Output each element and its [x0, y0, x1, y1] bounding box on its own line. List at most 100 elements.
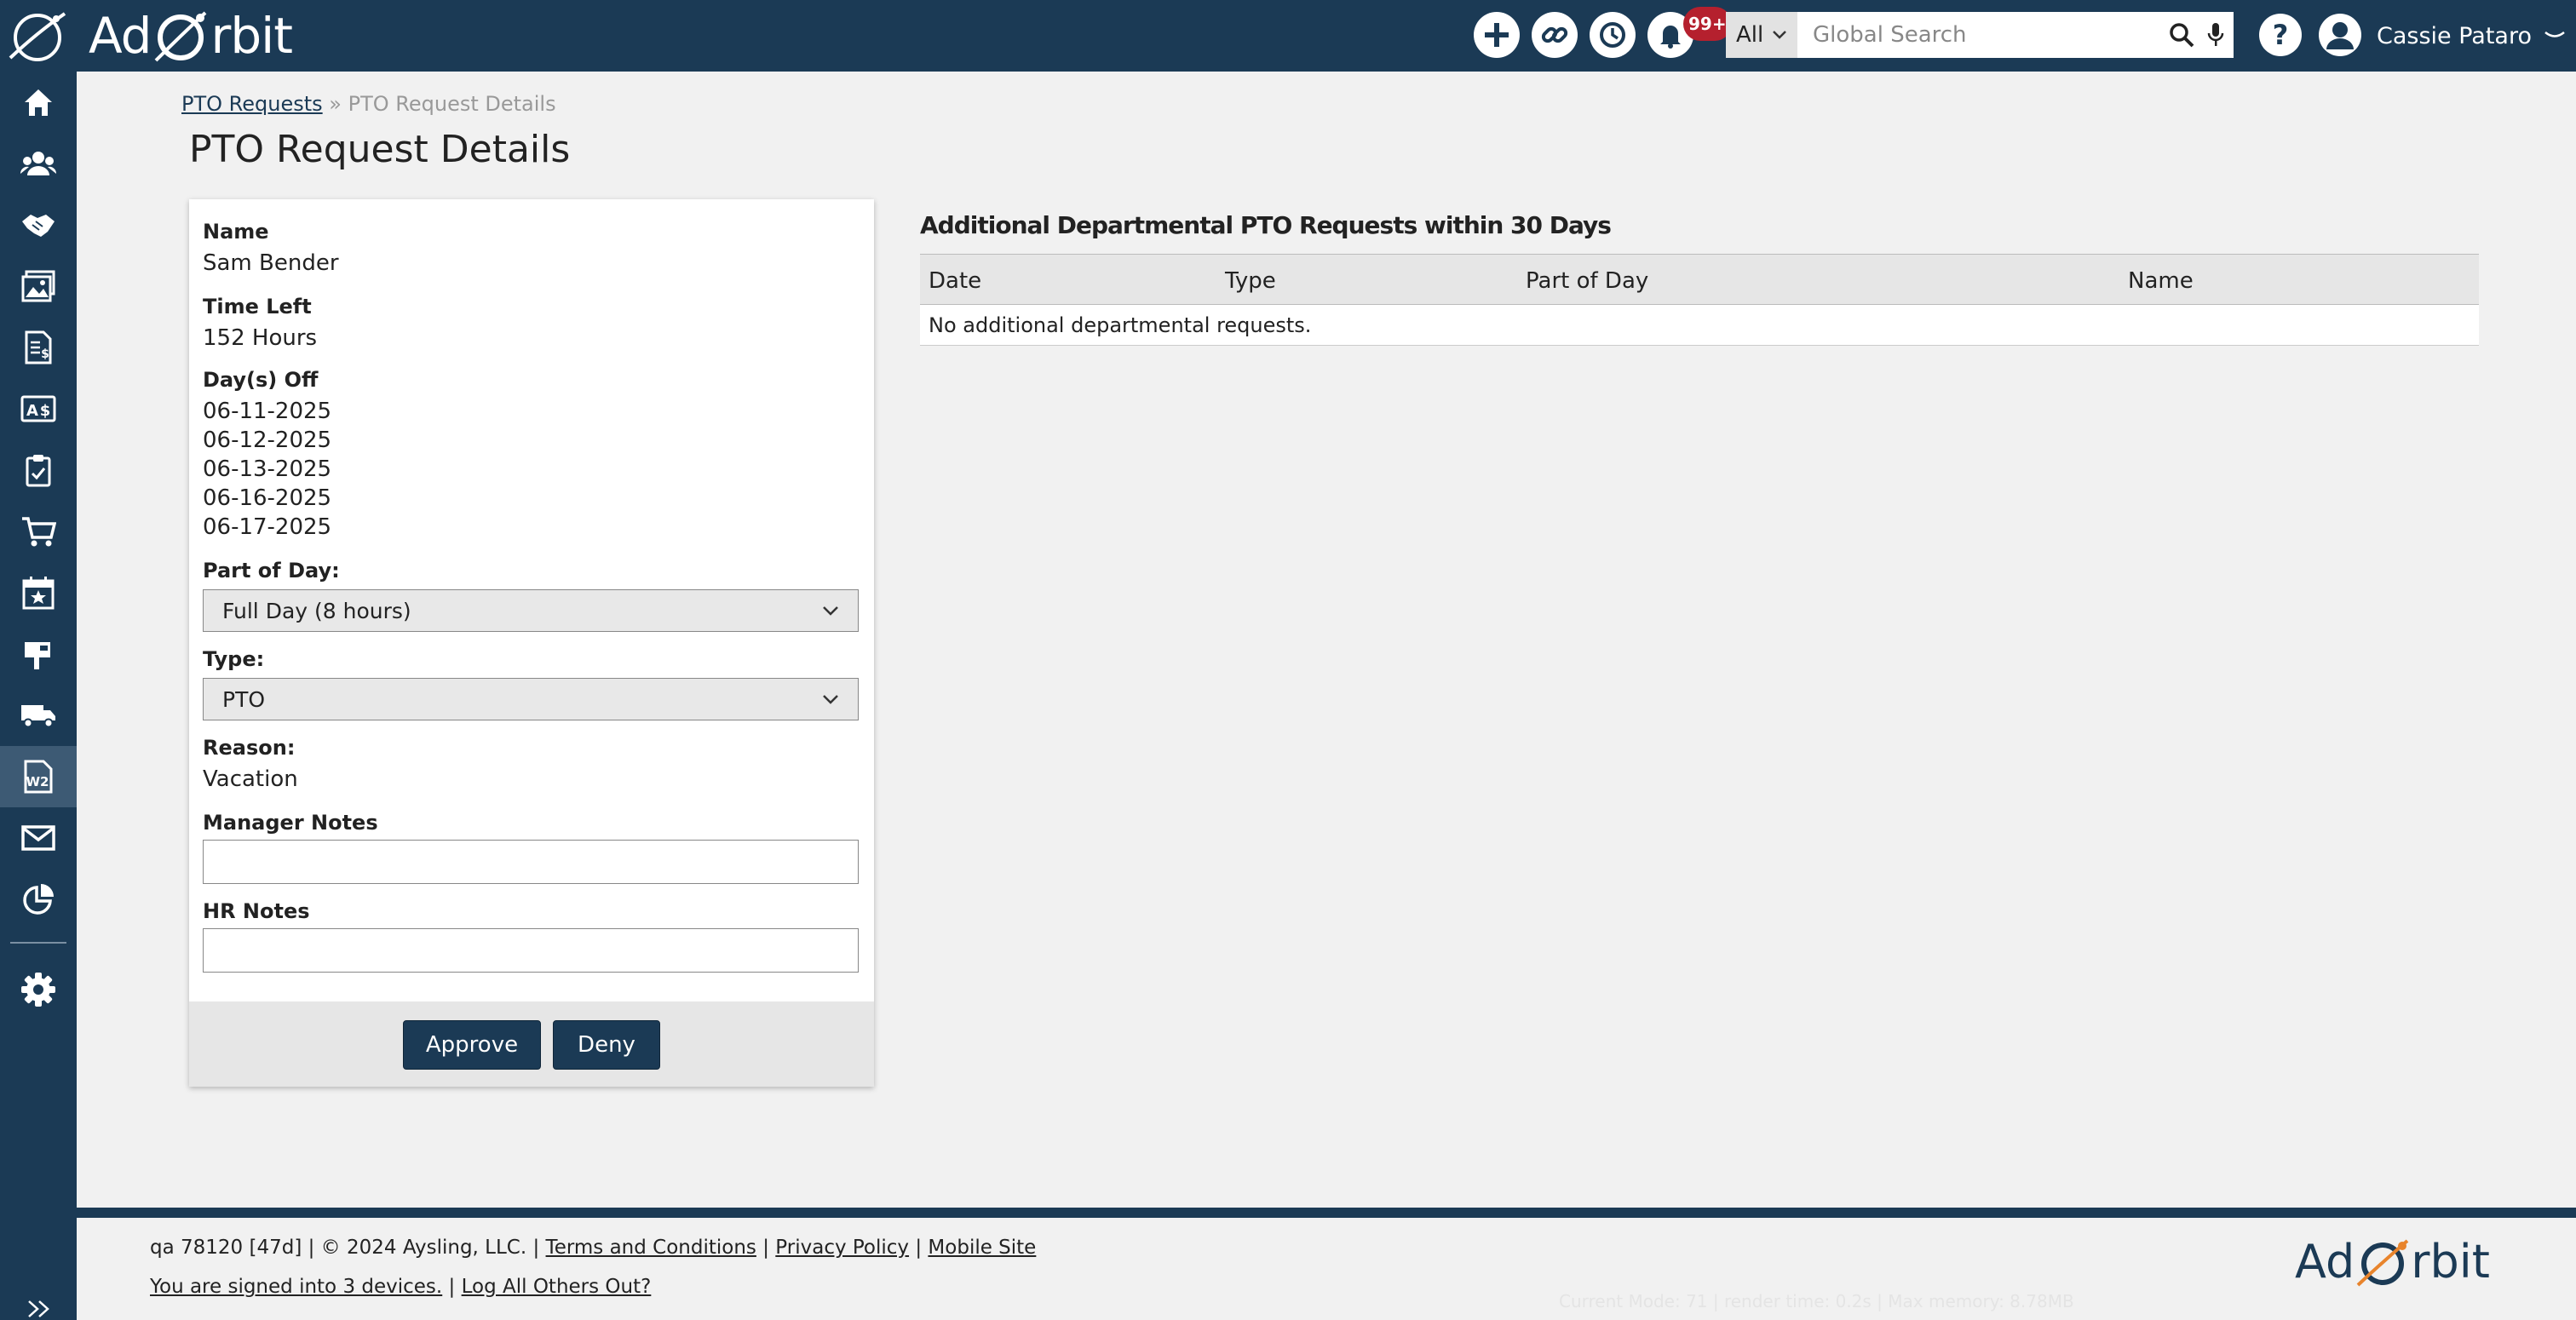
departmental-requests-title: Additional Departmental PTO Requests wit…	[920, 211, 1612, 239]
name-value: Sam Bender	[203, 250, 339, 276]
top-bar: Ad rbit 99+ All ? Cassie Pa	[0, 0, 2576, 72]
table-row: No additional departmental requests.	[920, 305, 2479, 346]
footer-separator: |	[915, 1237, 923, 1259]
deny-button[interactable]: Deny	[553, 1020, 660, 1070]
notification-badge[interactable]: 99+	[1683, 7, 1732, 41]
part-of-day-select[interactable]: Full Day (8 hours)	[203, 589, 859, 632]
column-header-name[interactable]: Name	[2128, 268, 2194, 294]
breadcrumb: PTO Requests » PTO Request Details	[181, 92, 556, 116]
calendar-star-icon	[22, 577, 55, 610]
plus-icon[interactable]	[1474, 12, 1520, 58]
app-logo[interactable]: Ad rbit	[89, 2, 293, 70]
avatar-icon[interactable]	[2317, 12, 2363, 58]
reason-value: Vacation	[203, 766, 298, 792]
truck-icon	[21, 705, 55, 728]
sidebar-item-reports[interactable]	[0, 869, 77, 930]
orbit-logo-icon[interactable]	[5, 7, 70, 65]
money-icon: A $	[20, 395, 56, 422]
user-menu[interactable]: Cassie Pataro	[2377, 17, 2566, 55]
day-off-item: 06-13-2025	[203, 456, 332, 482]
footer: qa 78120 [47d] | © 2024 Aysling, LLC. | …	[77, 1208, 2576, 1320]
sidebar-collapse-icon[interactable]	[26, 1298, 51, 1320]
sidebar-item-home[interactable]	[0, 72, 77, 133]
clipboard-icon	[26, 455, 51, 487]
sidebar-item-events[interactable]	[0, 562, 77, 623]
gear-icon	[21, 973, 55, 1007]
footer-logo-text-right: rbit	[2411, 1235, 2490, 1288]
empty-table-message: No additional departmental requests.	[929, 313, 1312, 337]
column-header-part-of-day[interactable]: Part of Day	[1526, 268, 1648, 294]
privacy-link[interactable]: Privacy Policy	[775, 1237, 909, 1259]
departmental-requests-table: Date Type Part of Day Name No additional…	[920, 254, 2479, 346]
table-header: Date Type Part of Day Name	[920, 254, 2479, 305]
cart-icon	[22, 517, 56, 547]
sidebar-item-messages[interactable]	[0, 807, 77, 869]
build-info: qa 78120 [47d] | © 2024 Aysling, LLC. |	[150, 1237, 540, 1259]
approve-button[interactable]: Approve	[403, 1020, 541, 1070]
mobile-site-link[interactable]: Mobile Site	[928, 1237, 1036, 1259]
w2-icon: W2	[24, 760, 53, 794]
svg-text:$: $	[41, 347, 49, 361]
hr-notes-input[interactable]	[203, 928, 859, 973]
global-search: All	[1726, 12, 2234, 58]
sidebar-item-finance[interactable]: A $	[0, 378, 77, 439]
help-icon[interactable]: ?	[2257, 12, 2303, 58]
part-of-day-label: Part of Day:	[203, 559, 340, 583]
days-off-label: Day(s) Off	[203, 368, 319, 392]
breadcrumb-separator: »	[329, 92, 342, 116]
sidebar-item-billing[interactable]: $	[0, 317, 77, 378]
log-out-others-link[interactable]: Log All Others Out?	[462, 1276, 652, 1298]
time-left-value: 152 Hours	[203, 325, 318, 351]
chart-icon	[23, 884, 54, 915]
user-name: Cassie Pataro	[2377, 22, 2532, 49]
column-header-date[interactable]: Date	[929, 268, 981, 294]
terms-link[interactable]: Terms and Conditions	[546, 1237, 756, 1259]
microphone-icon[interactable]	[2206, 22, 2225, 48]
reason-label: Reason:	[203, 736, 296, 760]
mailbox-icon	[25, 642, 50, 669]
footer-separator: |	[448, 1276, 456, 1298]
column-header-type[interactable]: Type	[1225, 268, 1276, 294]
handshake-icon	[22, 215, 55, 237]
search-scope-value: All	[1736, 22, 1764, 48]
chevron-down-icon	[1773, 31, 1786, 39]
svg-text:W2: W2	[26, 774, 49, 789]
svg-text:?: ?	[2273, 19, 2289, 51]
day-off-item: 06-17-2025	[203, 514, 332, 540]
sidebar-item-orders[interactable]	[0, 501, 77, 562]
footer-logo-orbit-icon	[2356, 1238, 2409, 1286]
contacts-icon	[20, 152, 56, 175]
time-left-label: Time Left	[203, 295, 312, 319]
sidebar-item-hr[interactable]: W2	[0, 746, 77, 807]
footer-logo-text-left: Ad	[2295, 1235, 2355, 1288]
sidebar-item-settings[interactable]	[0, 959, 77, 1020]
sidebar-item-deals[interactable]	[0, 194, 77, 255]
footer-session: You are signed into 3 devices. | Log All…	[150, 1276, 651, 1298]
sidebar-item-media[interactable]	[0, 255, 77, 317]
search-scope-select[interactable]: All	[1726, 12, 1797, 58]
sidebar-item-delivery[interactable]	[0, 685, 77, 746]
type-select[interactable]: PTO	[203, 678, 859, 720]
invoice-icon: $	[25, 330, 52, 364]
sidebar-item-circulation[interactable]	[0, 623, 77, 685]
svg-text:A: A	[26, 402, 38, 420]
search-icon[interactable]	[2169, 22, 2194, 48]
link-icon[interactable]	[1532, 12, 1578, 58]
signed-in-devices-link[interactable]: You are signed into 3 devices.	[150, 1276, 442, 1298]
sidebar: $ A $ W2	[0, 72, 77, 1320]
history-icon[interactable]	[1590, 12, 1636, 58]
media-icon	[21, 270, 55, 302]
day-off-item: 06-16-2025	[203, 485, 332, 511]
page-title: PTO Request Details	[189, 128, 571, 171]
home-icon	[25, 89, 52, 116]
part-of-day-value: Full Day (8 hours)	[222, 598, 411, 623]
manager-notes-input[interactable]	[203, 840, 859, 884]
breadcrumb-current: PTO Request Details	[348, 92, 556, 116]
envelope-icon	[21, 825, 55, 851]
hr-notes-label: HR Notes	[203, 899, 310, 923]
logo-text-left: Ad	[89, 7, 152, 65]
chevron-down-icon	[2544, 32, 2565, 37]
breadcrumb-link-pto-requests[interactable]: PTO Requests	[181, 92, 323, 116]
sidebar-item-contacts[interactable]	[0, 133, 77, 194]
sidebar-item-tasks[interactable]	[0, 439, 77, 501]
